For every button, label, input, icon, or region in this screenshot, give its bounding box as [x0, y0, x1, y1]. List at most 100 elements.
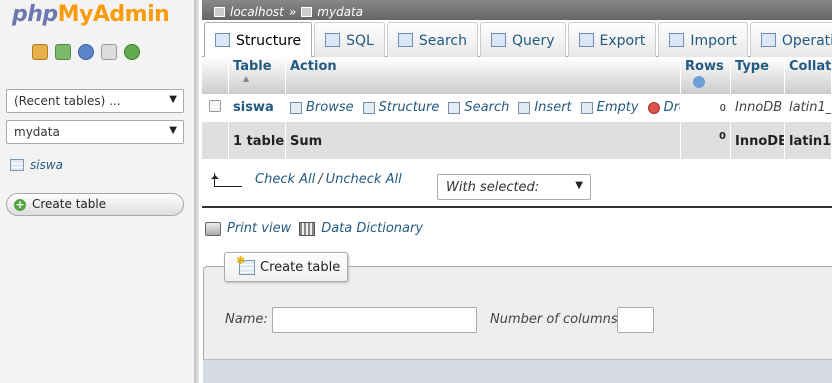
tab-search[interactable]: Search	[386, 22, 478, 57]
breadcrumb: localhost » mydata	[202, 0, 832, 20]
insert-icon	[518, 101, 531, 114]
summary-label-cell: Sum	[286, 122, 681, 159]
create-table-legend: Create table	[224, 252, 348, 282]
tab-sql[interactable]: SQL	[314, 22, 385, 57]
data-dictionary-link[interactable]: Data Dictionary	[321, 221, 423, 236]
breadcrumb-server[interactable]: localhost	[230, 5, 284, 19]
collation-cell: latin1_s	[785, 94, 832, 122]
reload-icon[interactable]	[124, 44, 140, 60]
summary-collation-cell: latin1_	[785, 122, 832, 159]
create-table-legend-label: Create table	[260, 259, 341, 275]
search-label: Search	[464, 100, 510, 115]
help-icon[interactable]	[78, 44, 94, 60]
divider	[202, 206, 832, 208]
nav-table-label: siswa	[30, 158, 64, 172]
drop-action[interactable]: Drop	[647, 100, 680, 115]
breadcrumb-database[interactable]: mydata	[317, 5, 363, 19]
browse-action[interactable]: Browse	[290, 100, 354, 115]
tab-query[interactable]: Query	[479, 22, 566, 57]
header-type-label: Type	[735, 59, 769, 74]
header-collation[interactable]: Collati	[785, 57, 832, 94]
bulk-selection: Check All / Uncheck All	[211, 172, 402, 187]
structure-icon	[362, 101, 375, 114]
import-icon	[669, 33, 685, 47]
empty-action[interactable]: Empty	[580, 100, 639, 115]
tab-operations[interactable]: Operations	[749, 22, 832, 57]
structure-action[interactable]: Structure	[362, 100, 440, 115]
action-cell: Browse Structure Search Insert Empty Dro…	[286, 94, 681, 122]
tab-sql-label: SQL	[346, 33, 374, 49]
data-dictionary-icon	[299, 221, 316, 236]
summary-type: InnoDB	[735, 134, 785, 149]
nav-create-table-label: Create table	[32, 197, 107, 211]
docs-icon[interactable]	[101, 44, 117, 60]
query-icon	[490, 33, 506, 47]
plus-icon: +	[14, 198, 26, 211]
structure-label: Structure	[378, 100, 440, 115]
tab-export[interactable]: Export	[567, 22, 657, 57]
wrench-icon	[760, 33, 776, 47]
empty-label: Empty	[596, 100, 639, 115]
home-icon[interactable]	[32, 44, 48, 60]
check-all-link[interactable]: Check All	[255, 172, 315, 187]
type-value: InnoDB	[735, 100, 783, 115]
quick-links	[32, 44, 140, 60]
tab-export-label: Export	[599, 33, 646, 49]
database-select[interactable]: mydata ▼	[6, 120, 184, 144]
tab-structure[interactable]: Structure	[204, 22, 313, 58]
insert-action[interactable]: Insert	[518, 100, 572, 115]
navigation-panel: phpMyAdmin (Recent tables) ... ▼ mydata …	[0, 0, 199, 383]
nav-create-table-button[interactable]: + Create table	[6, 193, 184, 216]
exit-icon[interactable]	[55, 44, 71, 60]
header-table[interactable]: Table ▲	[229, 57, 286, 94]
server-icon	[214, 6, 225, 17]
database-select-value: mydata	[14, 125, 60, 139]
summary-rows: 0	[719, 131, 726, 142]
drop-label: Drop	[663, 100, 680, 115]
sort-ascending-icon: ▲	[243, 74, 250, 83]
phpmyadmin-logo[interactable]: phpMyAdmin	[12, 2, 170, 27]
header-action-label: Action	[290, 59, 337, 74]
collation-value: latin1_s	[789, 100, 832, 115]
row-checkbox[interactable]	[209, 100, 221, 112]
with-selected-select[interactable]: With selected: ▼	[437, 174, 591, 200]
structure-icon	[215, 33, 230, 47]
browse-icon	[290, 101, 302, 114]
tab-import-label: Import	[690, 33, 737, 49]
header-checkbox-column	[202, 57, 229, 94]
recent-tables-value: (Recent tables) ...	[14, 94, 121, 108]
tab-bar: Structure SQL Search Query Export Import…	[202, 22, 832, 58]
summary-collation: latin1_	[789, 134, 832, 149]
chevron-down-icon: ▼	[575, 180, 583, 191]
new-table-icon	[236, 254, 255, 275]
summary-label: Sum	[290, 134, 323, 149]
type-cell: InnoDB	[731, 94, 785, 122]
search-icon	[397, 33, 413, 47]
table-name-label: Name:	[225, 312, 268, 327]
header-type[interactable]: Type	[731, 57, 785, 94]
nav-table-item[interactable]: siswa	[10, 158, 63, 172]
table-header-row: Table ▲ Action Rows Type Collati	[202, 57, 832, 94]
header-rows[interactable]: Rows	[681, 57, 731, 94]
arrow-up-icon	[211, 172, 242, 187]
search-icon	[448, 101, 461, 114]
table-name-link[interactable]: siswa	[233, 100, 274, 115]
database-icon	[301, 6, 313, 17]
summary-count-cell: 1 table	[229, 122, 286, 159]
columns-count-label: Number of columns:	[490, 312, 623, 327]
print-view-link[interactable]: Print view	[227, 221, 291, 236]
table-list: Table ▲ Action Rows Type Collati siswa B…	[202, 57, 832, 159]
recent-tables-select[interactable]: (Recent tables) ... ▼	[6, 89, 184, 113]
rows-cell: 0	[681, 94, 731, 122]
logo-myadmin: MyAdmin	[57, 2, 170, 27]
info-icon[interactable]	[693, 76, 705, 88]
uncheck-all-link[interactable]: Uncheck All	[326, 172, 402, 187]
check-separator: /	[318, 172, 323, 187]
table-name-cell: siswa	[229, 94, 286, 122]
columns-count-input[interactable]	[617, 307, 654, 333]
search-action[interactable]: Search	[448, 100, 509, 115]
header-collation-label: Collati	[789, 59, 832, 74]
tab-import[interactable]: Import	[658, 22, 748, 57]
table-name-input[interactable]	[272, 307, 477, 333]
header-action: Action	[286, 57, 681, 94]
